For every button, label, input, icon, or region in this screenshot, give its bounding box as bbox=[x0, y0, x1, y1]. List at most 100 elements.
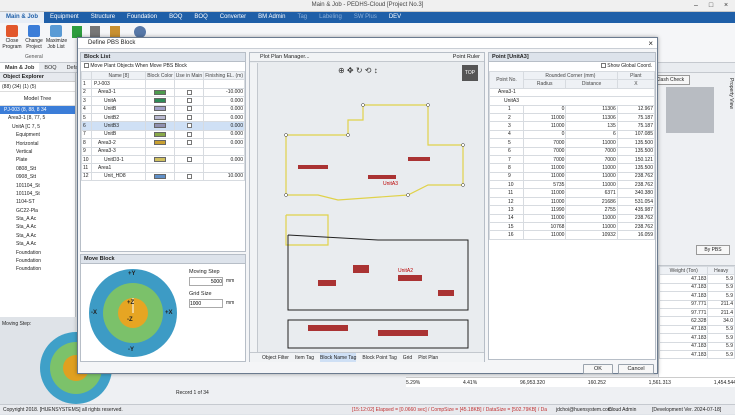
menu-dev[interactable]: DEV bbox=[383, 12, 407, 23]
moving-step-input[interactable] bbox=[189, 277, 223, 286]
move-plus-z[interactable]: +Z bbox=[127, 300, 134, 306]
use-in-main-checkbox[interactable] bbox=[186, 173, 192, 179]
use-in-main-cell[interactable] bbox=[173, 163, 205, 173]
weight-row[interactable]: 97.771 211.4 bbox=[658, 299, 735, 309]
use-in-main-cell[interactable] bbox=[173, 87, 205, 98]
model-tree-item[interactable]: Equipment bbox=[0, 131, 75, 139]
point-row[interactable]: 9 11000 11000 238.762 bbox=[489, 171, 656, 182]
use-in-main-cell[interactable] bbox=[173, 138, 205, 148]
use-in-main-checkbox[interactable] bbox=[186, 106, 192, 112]
point-cell[interactable]: 238.762 bbox=[616, 213, 656, 224]
point-row[interactable]: 8 11000 11000 135.500 bbox=[489, 163, 656, 173]
point-cell[interactable]: 7000 bbox=[522, 138, 567, 148]
point-cell[interactable]: 16.059 bbox=[616, 230, 656, 240]
weight-row[interactable]: 47.183 5.9 bbox=[658, 291, 735, 301]
block-color-cell[interactable] bbox=[145, 163, 175, 173]
use-in-main-cell[interactable] bbox=[173, 171, 205, 182]
use-in-main-checkbox[interactable] bbox=[186, 114, 192, 120]
point-cell[interactable]: 11000 bbox=[522, 121, 567, 131]
point-cell[interactable]: 75.187 bbox=[616, 112, 656, 123]
point-cell[interactable]: 135.500 bbox=[616, 138, 656, 148]
point-cell[interactable]: 135.500 bbox=[616, 163, 656, 173]
point-row[interactable]: 4 0 6 107.085 bbox=[489, 129, 656, 140]
use-in-main-cell[interactable] bbox=[173, 146, 205, 156]
block-color-cell[interactable] bbox=[145, 146, 175, 156]
weight-row[interactable]: 47.183 5.9 bbox=[658, 341, 735, 351]
block-row[interactable]: 2 Area3-1 -10.000 bbox=[81, 87, 245, 98]
grid-tab[interactable]: Grid bbox=[403, 353, 412, 362]
move-plant-option[interactable]: Move Plant Objects When Move PBS Block bbox=[81, 62, 245, 71]
weight-row[interactable]: 47.183 5.9 bbox=[658, 282, 735, 293]
block-color-cell[interactable] bbox=[145, 121, 175, 131]
use-in-main-checkbox[interactable] bbox=[186, 131, 192, 137]
block-color-cell[interactable] bbox=[145, 112, 175, 123]
point-cell[interactable]: 11000 bbox=[565, 163, 618, 173]
point-row[interactable]: 16 11000 10932 16.059 bbox=[489, 230, 656, 240]
menu-converter[interactable]: Converter bbox=[214, 12, 252, 23]
point-row[interactable]: 5 7000 11000 135.500 bbox=[489, 138, 656, 148]
point-ruler-button[interactable]: Point Ruler bbox=[453, 53, 480, 62]
filter-count-1[interactable]: (88) bbox=[2, 84, 11, 90]
finishing-el[interactable]: 0.000 bbox=[203, 129, 245, 140]
color-swatch[interactable] bbox=[154, 139, 166, 145]
finishing-el[interactable]: 0.000 bbox=[203, 154, 245, 165]
tab-boq[interactable]: BOQ bbox=[39, 63, 61, 72]
point-row[interactable]: 7 7000 7000 150.121 bbox=[489, 154, 656, 165]
point-row[interactable]: 6 7000 7000 135.500 bbox=[489, 146, 656, 156]
finishing-el[interactable] bbox=[203, 79, 245, 89]
grid-size-select[interactable] bbox=[189, 299, 223, 308]
point-cell[interactable]: 5735 bbox=[522, 180, 567, 190]
move-minus-x[interactable]: -X bbox=[91, 310, 97, 316]
point-cell[interactable]: 0 bbox=[522, 104, 567, 114]
menu-tag[interactable]: Tag bbox=[291, 12, 313, 23]
block-name-tag-tab[interactable]: Block Name Tag bbox=[320, 353, 357, 362]
block-row[interactable]: 8 Area3-2 0.000 bbox=[81, 138, 245, 148]
point-cell[interactable]: 11306 bbox=[565, 112, 618, 123]
point-row[interactable]: 15 10768 11000 238.762 bbox=[489, 222, 656, 232]
model-tree-item[interactable]: UnitA [C 7, 5 bbox=[0, 123, 75, 131]
point-cell[interactable]: 238.762 bbox=[616, 171, 656, 182]
model-tree-item[interactable]: Horizontal bbox=[0, 140, 75, 148]
use-in-main-checkbox[interactable] bbox=[186, 139, 192, 145]
point-cell[interactable]: 75.187 bbox=[616, 121, 656, 131]
menu-bm-admin[interactable]: BM Admin bbox=[252, 12, 291, 23]
point-cell[interactable]: 2755 bbox=[565, 205, 618, 215]
use-in-main-cell[interactable] bbox=[173, 112, 205, 123]
menu-structure[interactable]: Structure bbox=[85, 12, 121, 23]
point-cell[interactable]: 135 bbox=[565, 121, 618, 131]
model-tree-item[interactable]: Foundation bbox=[0, 257, 75, 265]
block-point-tag-tab[interactable]: Block Point Tag bbox=[362, 353, 396, 362]
point-row[interactable]: 14 11000 11000 238.762 bbox=[489, 213, 656, 224]
color-swatch[interactable] bbox=[154, 106, 166, 112]
ok-button[interactable]: OK bbox=[583, 364, 613, 374]
model-tree-item[interactable]: Sta_A Ac bbox=[0, 223, 75, 231]
block-color-cell[interactable] bbox=[145, 96, 175, 106]
point-cell[interactable]: 11000 bbox=[522, 196, 567, 207]
point-cell[interactable]: 10932 bbox=[565, 230, 618, 240]
color-swatch[interactable] bbox=[154, 156, 166, 162]
use-in-main-cell[interactable] bbox=[173, 104, 205, 114]
use-in-main-checkbox[interactable] bbox=[186, 123, 192, 129]
point-cell[interactable]: 238.762 bbox=[616, 222, 656, 232]
menu-boq-2[interactable]: BOQ bbox=[188, 12, 213, 23]
point-cell[interactable]: 11000 bbox=[522, 171, 567, 182]
point-cell[interactable]: 531.054 bbox=[616, 196, 656, 207]
model-tree-item[interactable]: Foundation bbox=[0, 265, 75, 273]
block-row[interactable]: 6 UnitB3 0.000 bbox=[81, 121, 245, 131]
point-cell[interactable]: 435.987 bbox=[616, 205, 656, 215]
color-swatch[interactable] bbox=[154, 123, 166, 129]
color-swatch[interactable] bbox=[154, 114, 166, 120]
model-tree-item[interactable]: Sta_A Ac bbox=[0, 232, 75, 240]
point-cell[interactable]: 11000 bbox=[522, 213, 567, 224]
block-color-cell[interactable] bbox=[145, 138, 175, 148]
block-color-cell[interactable] bbox=[145, 154, 175, 165]
finishing-el[interactable]: -10.000 bbox=[203, 87, 245, 98]
finishing-el[interactable]: 10.000 bbox=[203, 171, 245, 182]
weight-row[interactable]: 47.183 5.9 bbox=[658, 274, 735, 284]
point-row[interactable]: 13 11990 2755 435.987 bbox=[489, 205, 656, 215]
plot-side-toolbar[interactable] bbox=[250, 63, 258, 353]
finishing-el[interactable] bbox=[203, 146, 245, 156]
model-tree-item[interactable]: GC22-Pla bbox=[0, 207, 75, 215]
point-cell[interactable]: 7000 bbox=[565, 146, 618, 156]
weight-row[interactable]: 47.183 5.9 bbox=[658, 333, 735, 343]
